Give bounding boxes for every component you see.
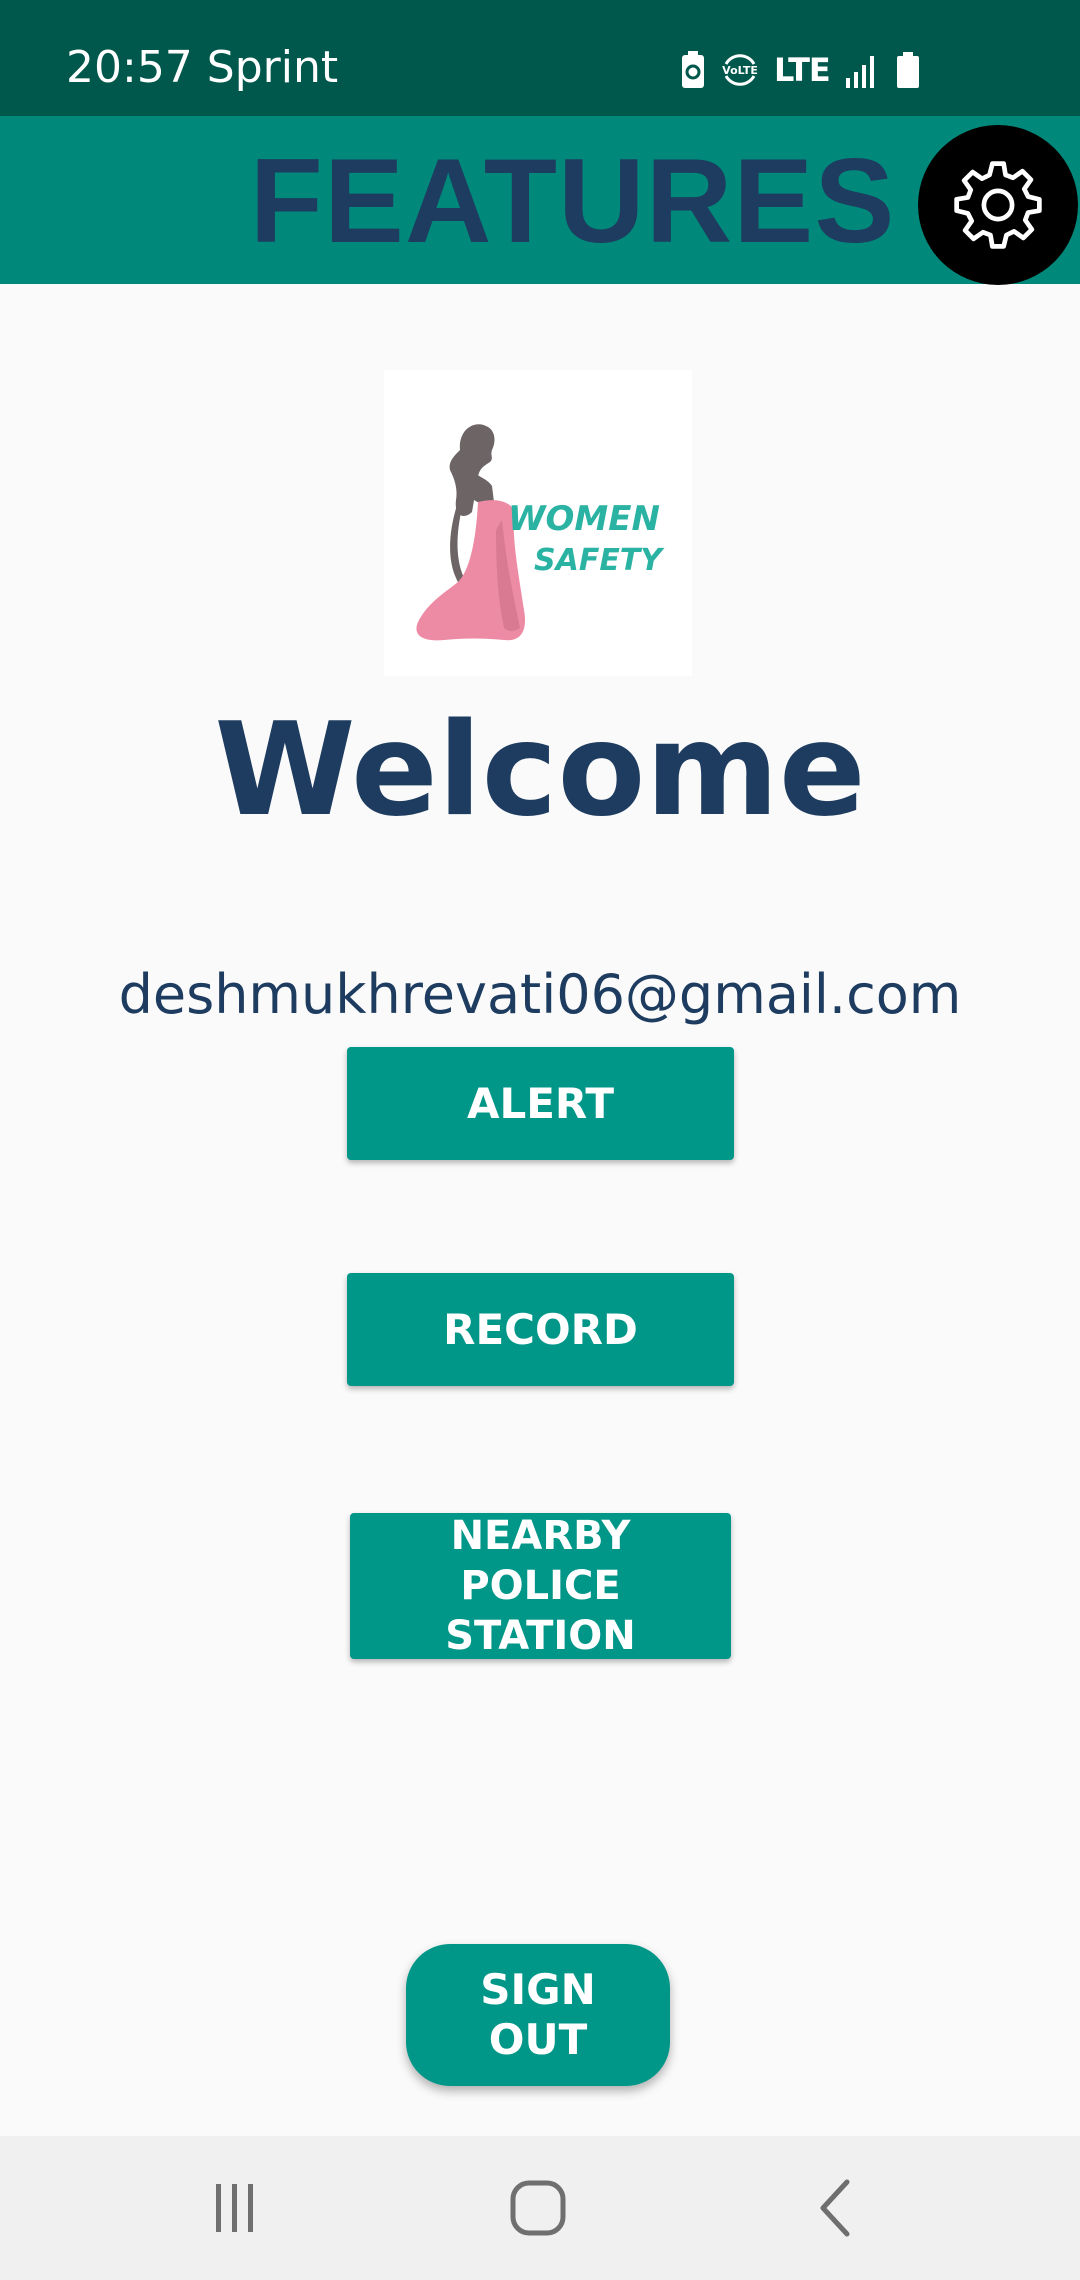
battery-saver-icon: [680, 50, 706, 90]
lte-icon: LTE: [774, 51, 831, 89]
signal-icon: [844, 50, 880, 90]
logo-line2: SAFETY: [534, 543, 665, 578]
status-icons: VoLTE LTE: [680, 44, 922, 96]
logo-line1: WOMEN: [508, 499, 660, 539]
logo-artwork: WOMEN SAFETY: [416, 424, 665, 641]
volte-icon: VoLTE: [720, 50, 760, 90]
sign-out-button[interactable]: SIGN OUT: [406, 1944, 670, 2086]
recent-apps-icon: [216, 2184, 253, 2232]
navigation-bar: [0, 2136, 1080, 2280]
welcome-heading: Welcome: [214, 696, 866, 845]
svg-text:VoLTE: VoLTE: [722, 64, 758, 77]
nearby-police-station-button[interactable]: NEARBY POLICE STATION: [350, 1513, 731, 1659]
back-icon: [820, 2179, 850, 2237]
home-button[interactable]: [493, 2168, 583, 2248]
status-bar: 20:57 Sprint VoLTE LTE: [0, 0, 1080, 116]
battery-icon: [894, 50, 922, 90]
settings-button[interactable]: [918, 125, 1078, 285]
home-icon: [510, 2180, 566, 2236]
alert-button[interactable]: ALERT: [347, 1047, 734, 1160]
gear-icon: [954, 161, 1042, 249]
user-email: deshmukhrevati06@gmail.com: [118, 963, 962, 1026]
women-safety-logo: WOMEN SAFETY: [384, 370, 692, 676]
record-button[interactable]: RECORD: [347, 1273, 734, 1386]
recent-apps-button[interactable]: [190, 2168, 280, 2248]
back-button[interactable]: [790, 2168, 880, 2248]
status-time: 20:57 Sprint: [66, 42, 339, 93]
